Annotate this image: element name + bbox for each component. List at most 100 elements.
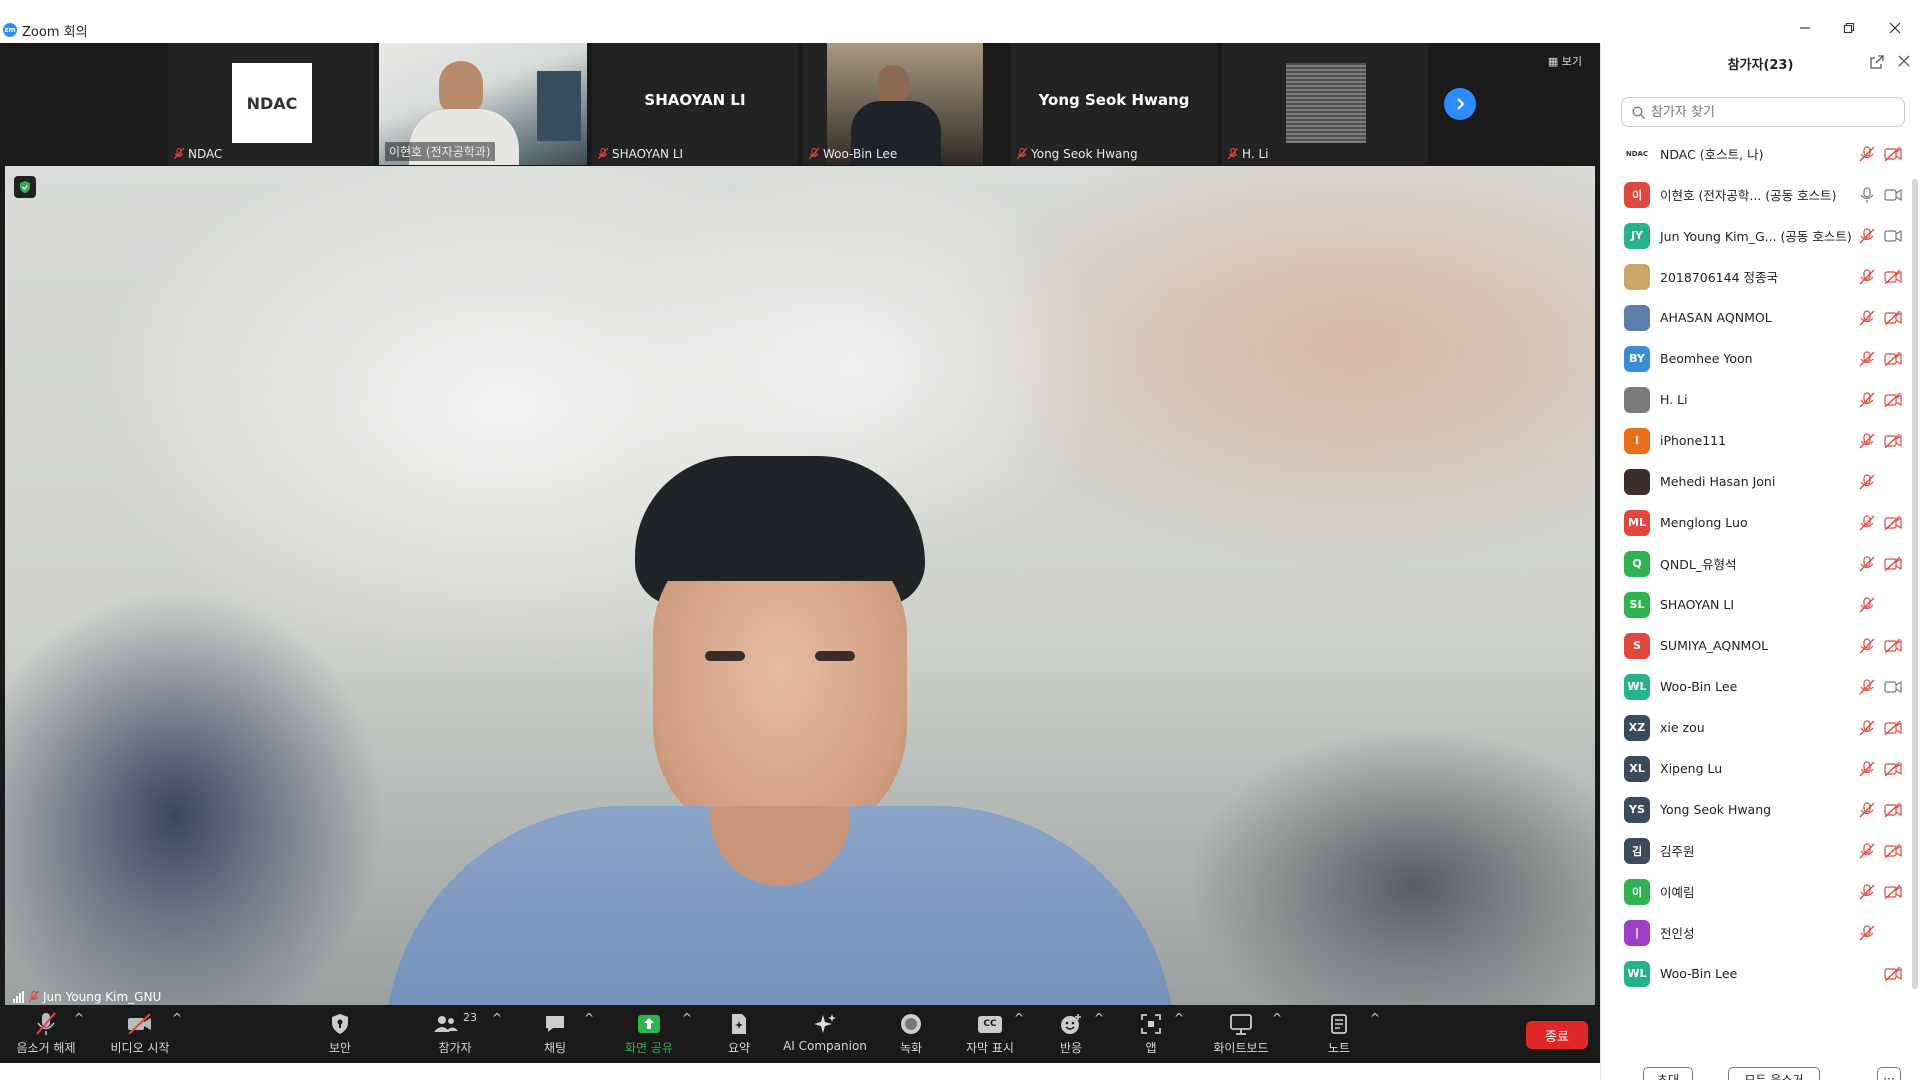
next-page-button[interactable]	[1444, 88, 1476, 120]
participant-row[interactable]: 이 이현호 (전자공학... (공동 호스트)	[1601, 174, 1913, 215]
participants-options-caret[interactable]: ^	[492, 1011, 502, 1057]
participant-row[interactable]: ML Menglong Luo	[1601, 502, 1913, 543]
whiteboard-options-caret[interactable]: ^	[1272, 1011, 1282, 1057]
participant-row[interactable]: Q QNDL_유형석	[1601, 543, 1913, 584]
video-off-icon[interactable]	[1884, 433, 1902, 448]
close-window-button[interactable]	[1880, 16, 1910, 40]
security-button[interactable]: 보안	[310, 1011, 370, 1057]
muted-mic-icon[interactable]	[1859, 309, 1875, 326]
muted-mic-icon[interactable]	[1859, 842, 1875, 859]
muted-mic-icon[interactable]	[1859, 268, 1875, 285]
video-icon[interactable]	[1884, 229, 1902, 243]
participants-button[interactable]: 23 참가자	[420, 1011, 490, 1057]
muted-mic-icon[interactable]	[1859, 350, 1875, 367]
muted-mic-icon[interactable]	[1859, 801, 1875, 818]
video-off-icon[interactable]	[1884, 515, 1902, 530]
share-options-caret[interactable]: ^	[682, 1011, 692, 1057]
video-off-icon[interactable]	[1884, 966, 1902, 981]
mute-all-button[interactable]: 모두 음소거	[1728, 1067, 1820, 1080]
reactions-button[interactable]: 반응	[1046, 1011, 1096, 1057]
video-thumb-h-li[interactable]: H. Li	[1222, 43, 1428, 165]
muted-mic-icon[interactable]	[1859, 883, 1875, 900]
video-thumb-woo-bin-lee[interactable]: Woo-Bin Lee	[803, 43, 983, 165]
participant-row[interactable]: H. Li	[1601, 379, 1913, 420]
participant-row[interactable]: XL Xipeng Lu	[1601, 748, 1913, 789]
participant-row[interactable]: WL Woo-Bin Lee	[1601, 666, 1913, 707]
end-meeting-button[interactable]: 종료	[1526, 1021, 1588, 1049]
video-off-icon[interactable]	[1884, 884, 1902, 899]
captions-options-caret[interactable]: ^	[1014, 1011, 1024, 1057]
participant-row[interactable]: YS Yong Seok Hwang	[1601, 789, 1913, 830]
video-off-icon[interactable]	[1884, 761, 1902, 776]
participant-row[interactable]: WL Woo-Bin Lee	[1601, 953, 1913, 994]
muted-mic-icon[interactable]	[1859, 432, 1875, 449]
video-off-icon[interactable]	[1884, 802, 1902, 817]
muted-mic-icon[interactable]	[1859, 637, 1875, 654]
video-thumb-yong-seok-hwang[interactable]: Yong Seok Hwang Yong Seok Hwang	[1011, 43, 1217, 165]
chat-button[interactable]: 채팅	[530, 1011, 580, 1057]
record-button[interactable]: 녹화	[886, 1011, 936, 1057]
participant-row[interactable]: | 전인성	[1601, 912, 1913, 953]
ai-companion-button[interactable]: AI Companion	[780, 1011, 870, 1057]
muted-mic-icon[interactable]	[1859, 514, 1875, 531]
whiteboard-button[interactable]: 화이트보드	[1206, 1011, 1276, 1057]
video-off-icon[interactable]	[1884, 843, 1902, 858]
participant-row[interactable]: XZ xie zou	[1601, 707, 1913, 748]
participant-list-scrollbar[interactable]	[1912, 179, 1918, 989]
muted-mic-icon[interactable]	[1859, 473, 1875, 490]
audio-options-caret[interactable]: ^	[74, 1011, 84, 1057]
video-off-icon[interactable]	[1884, 269, 1902, 284]
search-box[interactable]	[1621, 97, 1905, 127]
apps-button[interactable]: 앱	[1126, 1011, 1176, 1057]
participant-row[interactable]: AHASAN AQNMOL	[1601, 297, 1913, 338]
search-input[interactable]	[1651, 104, 1881, 120]
video-off-icon[interactable]	[1884, 310, 1902, 325]
restore-button[interactable]	[1834, 16, 1864, 40]
notes-button[interactable]: 노트	[1314, 1011, 1364, 1057]
start-video-button[interactable]: 비디오 시작	[102, 1011, 178, 1057]
video-options-caret[interactable]: ^	[172, 1011, 182, 1057]
muted-mic-icon[interactable]	[1859, 678, 1875, 695]
more-options-button[interactable]: ···	[1877, 1067, 1901, 1080]
unmute-button[interactable]: 음소거 해제	[8, 1011, 84, 1057]
popout-button[interactable]	[1870, 55, 1884, 73]
participant-row[interactable]: BY Beomhee Yoon	[1601, 338, 1913, 379]
video-off-icon[interactable]	[1884, 146, 1902, 161]
invite-button[interactable]: 초대	[1643, 1067, 1693, 1080]
participant-row[interactable]: 김 김주원	[1601, 830, 1913, 871]
video-off-icon[interactable]	[1884, 392, 1902, 407]
muted-mic-icon[interactable]	[1859, 719, 1875, 736]
video-icon[interactable]	[1884, 680, 1902, 694]
muted-mic-icon[interactable]	[1859, 924, 1875, 941]
reactions-options-caret[interactable]: ^	[1094, 1011, 1104, 1057]
video-thumb-shaoyan-li[interactable]: SHAOYAN LI SHAOYAN LI	[592, 43, 798, 165]
video-off-icon[interactable]	[1884, 638, 1902, 653]
share-screen-button[interactable]: 화면 공유	[616, 1011, 682, 1057]
participant-row[interactable]: JY Jun Young Kim_G... (공동 호스트)	[1601, 215, 1913, 256]
chat-options-caret[interactable]: ^	[584, 1011, 594, 1057]
muted-mic-icon[interactable]	[1859, 145, 1875, 162]
muted-mic-icon[interactable]	[1859, 391, 1875, 408]
summary-button[interactable]: 요약	[714, 1011, 764, 1057]
video-icon[interactable]	[1884, 188, 1902, 202]
notes-options-caret[interactable]: ^	[1370, 1011, 1380, 1057]
view-button[interactable]: ▦ 보기	[1548, 53, 1582, 69]
minimize-button[interactable]	[1790, 16, 1820, 40]
participant-row[interactable]: 2018706144 정종국	[1601, 256, 1913, 297]
mic-icon[interactable]	[1859, 186, 1875, 203]
participant-row[interactable]: NDAC NDAC (호스트, 나)	[1601, 133, 1913, 174]
participant-row[interactable]: Mehedi Hasan Joni	[1601, 461, 1913, 502]
participant-row[interactable]: SL SHAOYAN LI	[1601, 584, 1913, 625]
muted-mic-icon[interactable]	[1859, 596, 1875, 613]
close-panel-button[interactable]	[1898, 53, 1910, 71]
video-off-icon[interactable]	[1884, 556, 1902, 571]
video-thumb-ndac[interactable]: NDAC NDAC	[168, 43, 374, 165]
video-off-icon[interactable]	[1884, 720, 1902, 735]
muted-mic-icon[interactable]	[1859, 760, 1875, 777]
muted-mic-icon[interactable]	[1859, 227, 1875, 244]
muted-mic-icon[interactable]	[1859, 555, 1875, 572]
participant-row[interactable]: IiPhone111	[1601, 420, 1913, 461]
captions-button[interactable]: CC 자막 표시	[960, 1011, 1020, 1057]
participant-row[interactable]: S SUMIYA_AQNMOL	[1601, 625, 1913, 666]
video-thumb-lee-hyunho[interactable]: 이현호 (전자공학과)	[379, 43, 587, 165]
